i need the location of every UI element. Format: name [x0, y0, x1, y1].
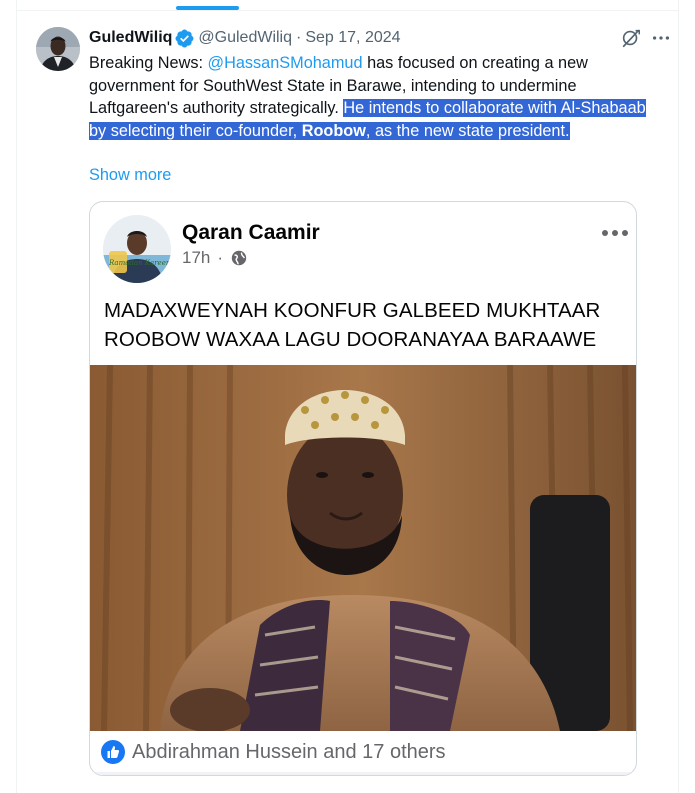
fb-more-icon [602, 230, 628, 236]
fb-meta-dot: · [217, 248, 224, 267]
fb-reactions: Abdirahman Hussein and 17 others [101, 738, 446, 766]
timeline-border-left [16, 0, 17, 793]
fb-post-time: 17h [182, 248, 211, 267]
portrait-photo [90, 365, 636, 731]
selected-text-tail: , as the new state president. [365, 121, 570, 140]
active-tab-indicator [176, 6, 239, 10]
verified-badge-icon [175, 29, 194, 47]
tweet-header: GuledWiliq @GuledWiliq · Sep 17, 2024 [89, 26, 401, 50]
header-separator: · [296, 29, 302, 46]
selected-text-bold: Roobow [301, 121, 366, 140]
fb-post-meta: 17h · [182, 248, 248, 268]
top-divider [16, 10, 679, 11]
fb-post-photo [90, 365, 636, 731]
fb-page-name: Qaran Caamir [182, 221, 320, 244]
fb-page-avatar: Ramadan Kareem [103, 215, 171, 283]
tweet-date[interactable]: Sep 17, 2024 [305, 29, 400, 47]
author-display-name[interactable]: GuledWiliq [89, 29, 172, 47]
fb-action-bar-edge [90, 772, 636, 775]
tweet-text: Breaking News: @HassanSMohamud has focus… [89, 52, 649, 142]
fb-reactions-text: Abdirahman Hussein and 17 others [132, 740, 446, 763]
mention-link[interactable]: @HassanSMohamud [208, 54, 363, 72]
globe-icon [231, 250, 247, 266]
grok-icon[interactable] [620, 27, 642, 49]
tweet-media-card[interactable]: Ramadan Kareem Qaran Caamir 17h · MADAXW… [89, 201, 637, 776]
fb-avatar-logo-text: Ramadan Kareem [108, 259, 171, 267]
like-reaction-icon [101, 740, 125, 764]
author-avatar-image [36, 27, 80, 71]
fb-post-headline: MADAXWEYNAH KOONFUR GALBEED MUKHTAAR ROO… [104, 299, 601, 351]
author-avatar[interactable] [36, 27, 80, 71]
show-more-link[interactable]: Show more [89, 164, 171, 186]
fb-page-avatar-image: Ramadan Kareem [103, 215, 171, 283]
timeline-border-right [678, 0, 679, 793]
tweet-text-intro: Breaking News: [89, 54, 208, 72]
more-options-icon[interactable] [650, 27, 672, 49]
author-handle[interactable]: @GuledWiliq [198, 29, 292, 47]
